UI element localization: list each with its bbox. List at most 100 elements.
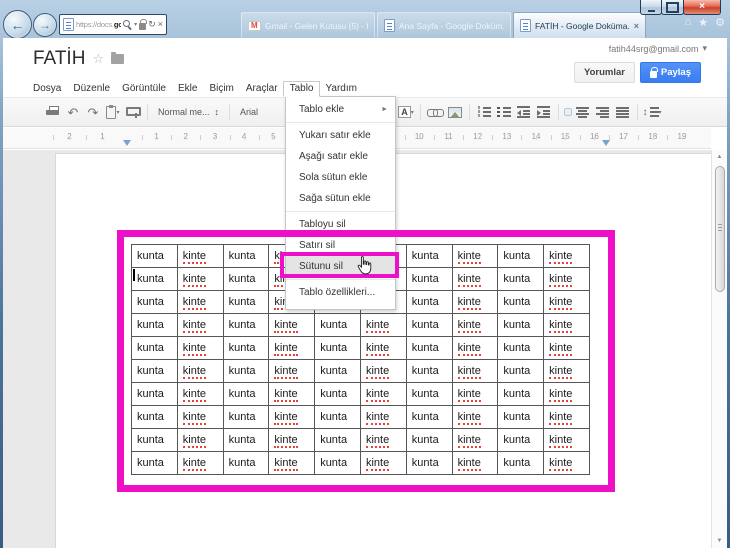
search-icon[interactable] xyxy=(123,19,132,30)
menu-item-yukari-satir-ekle[interactable]: Yukarı satır ekle xyxy=(286,125,395,146)
updown-icon: ↕ xyxy=(214,107,220,117)
undo-icon[interactable]: ↶ xyxy=(63,101,83,123)
chevron-down-icon[interactable]: ▾ xyxy=(134,21,137,28)
forward-button[interactable]: → xyxy=(33,13,57,37)
docs-favicon xyxy=(63,18,74,31)
back-button[interactable]: ← xyxy=(3,10,32,39)
close-window-button[interactable]: × xyxy=(683,0,721,15)
chevron-down-icon[interactable]: ▾ xyxy=(659,109,662,116)
tab-label: Ana Sayfa - Google Doküm... xyxy=(399,20,504,31)
ruler-number: 13 xyxy=(492,132,521,144)
lock-icon xyxy=(139,18,148,30)
comments-button[interactable]: Yorumlar xyxy=(573,62,635,83)
address-bar[interactable]: https://docs.google.c... ▾ ↻ × xyxy=(59,14,167,35)
tools-gear-icon[interactable]: ⚙ xyxy=(715,16,725,29)
right-margin-marker[interactable] xyxy=(602,140,610,146)
ruler-number: 10 xyxy=(404,132,434,144)
menu-araclar[interactable]: Araçlar xyxy=(246,82,278,95)
scrollbar-thumb[interactable] xyxy=(714,166,725,292)
font-dropdown[interactable]: Arial xyxy=(234,107,264,117)
tab-gmail[interactable]: Gmail - Gelen Kutusu (5) - f... xyxy=(241,12,375,38)
ruler-number: 4 xyxy=(229,132,259,144)
ruler-number: 1 xyxy=(142,132,171,144)
minimize-button[interactable] xyxy=(640,0,662,15)
tab-label: Gmail - Gelen Kutusu (5) - f... xyxy=(265,20,368,31)
tab-label: FATİH - Google Doküma... xyxy=(535,20,630,31)
decrease-indent-icon[interactable] xyxy=(517,106,532,118)
account-email: fatih44srg@gmail.com xyxy=(608,43,699,54)
tab-close-icon[interactable]: × xyxy=(634,21,639,31)
ruler-number: 11 xyxy=(433,132,463,144)
tab-fatih-active[interactable]: FATİH - Google Doküma... × xyxy=(513,12,646,38)
favorites-star-icon[interactable]: ★ xyxy=(698,16,708,29)
left-margin-marker[interactable] xyxy=(123,140,131,146)
chevron-down-icon: ▾ xyxy=(702,43,707,53)
ruler-number: 5 xyxy=(258,132,288,144)
share-button[interactable]: Paylaş xyxy=(639,62,701,83)
ruler-number: 3 xyxy=(200,132,229,144)
numbered-list-icon[interactable] xyxy=(477,106,492,118)
lock-icon xyxy=(649,66,658,78)
menu-item-highlight-annotation xyxy=(280,252,399,278)
bulleted-list-icon[interactable] xyxy=(497,106,512,118)
docs-favicon xyxy=(384,19,395,32)
close-icon: × xyxy=(699,1,705,12)
browser-window: × ← → https://docs.google.c... ▾ ↻ × Gma… xyxy=(0,0,730,548)
paste-icon[interactable] xyxy=(106,104,117,119)
document-title[interactable]: FATİH xyxy=(33,48,85,70)
paint-format-icon[interactable] xyxy=(126,106,141,119)
menu-ekle[interactable]: Ekle xyxy=(178,82,197,95)
menu-item-asagi-satir-ekle[interactable]: Aşağı satır ekle xyxy=(286,146,395,167)
stop-icon[interactable]: × xyxy=(158,20,163,29)
submenu-arrow-icon: ► xyxy=(381,106,388,113)
ruler-number: 2 xyxy=(171,132,200,144)
scrollbar[interactable]: ▲ ▼ xyxy=(711,150,727,548)
line-spacing-icon[interactable]: ↕ xyxy=(643,106,659,118)
ruler-number: 2 xyxy=(53,132,86,144)
insert-link-icon[interactable] xyxy=(427,107,445,117)
hand-cursor-icon xyxy=(357,256,372,275)
menu-yardim[interactable]: Yardım xyxy=(325,82,357,95)
menu-goruntule[interactable]: Görüntüle xyxy=(122,82,166,95)
ruler-number: 1 xyxy=(86,132,119,144)
insert-image-icon[interactable] xyxy=(448,106,463,118)
docs-favicon xyxy=(520,19,531,32)
ruler-number: 19 xyxy=(667,132,696,144)
highlight-color-icon[interactable]: A xyxy=(398,106,411,118)
print-icon[interactable] xyxy=(46,106,60,118)
paragraph-style-dropdown[interactable]: Normal me... ↕ xyxy=(152,107,225,117)
redo-icon[interactable]: ↷ xyxy=(83,101,103,123)
home-icon[interactable]: ⌂ xyxy=(685,16,692,29)
ruler-left-numbers: 21 xyxy=(53,132,119,144)
ruler-numbers: 12345678910111213141516171819 xyxy=(142,132,697,144)
tab-docs-home[interactable]: Ana Sayfa - Google Doküm... xyxy=(377,12,511,38)
menu-duzenle[interactable]: Düzenle xyxy=(73,82,110,95)
align-right-icon[interactable] xyxy=(596,106,611,118)
scroll-up-icon[interactable]: ▲ xyxy=(712,154,727,160)
menu-dosya[interactable]: Dosya xyxy=(33,82,61,95)
menu-bar: Dosya Düzenle Görüntüle Ekle Biçim Araçl… xyxy=(33,80,357,97)
account-menu[interactable]: fatih44srg@gmail.com ▾ xyxy=(609,43,707,54)
scroll-down-icon[interactable]: ▼ xyxy=(712,538,727,544)
menu-tablo[interactable]: Tablo xyxy=(282,80,321,97)
ruler-number: 17 xyxy=(609,132,638,144)
align-justify-icon[interactable] xyxy=(616,106,631,118)
chevron-down-icon[interactable]: ▾ xyxy=(411,109,414,116)
align-center-icon[interactable] xyxy=(576,106,591,118)
increase-indent-icon[interactable] xyxy=(537,106,552,118)
window-controls: × xyxy=(640,0,721,15)
menu-item-saga-sutun-ekle[interactable]: Sağa sütun ekle xyxy=(286,188,395,209)
refresh-icon[interactable]: ↻ xyxy=(148,20,156,29)
url-text[interactable]: https://docs.google.c... xyxy=(76,20,121,29)
menu-item-tablo-ekle[interactable]: Tablo ekle ► xyxy=(286,99,395,120)
maximize-button[interactable] xyxy=(661,0,684,15)
ruler-number: 15 xyxy=(550,132,580,144)
menu-item-sola-sutun-ekle[interactable]: Sola sütun ekle xyxy=(286,167,395,188)
ruler-number: 18 xyxy=(638,132,667,144)
folder-icon[interactable] xyxy=(111,52,125,64)
chevron-down-icon[interactable]: ▾ xyxy=(116,109,119,116)
menu-bicim[interactable]: Biçim xyxy=(209,82,233,95)
ruler-number: 14 xyxy=(521,132,550,144)
gmail-favicon xyxy=(248,20,261,31)
favorite-star-icon[interactable]: ☆ xyxy=(92,51,104,67)
